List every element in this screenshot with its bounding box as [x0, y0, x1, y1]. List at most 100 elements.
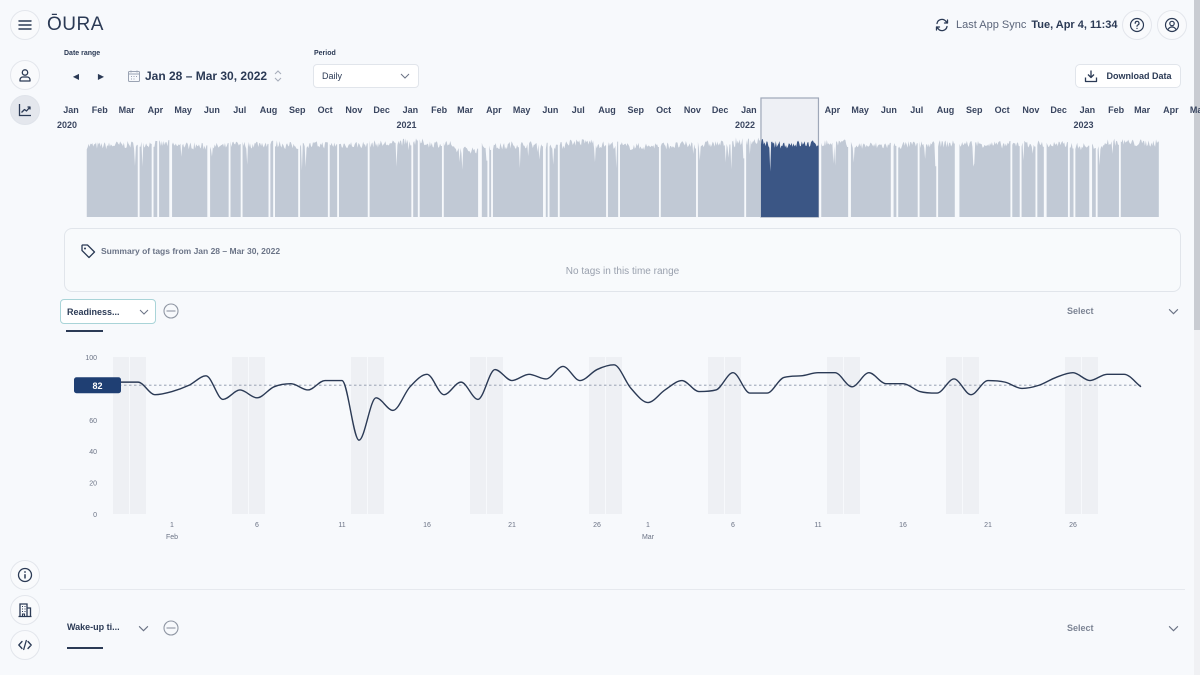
readiness-data-point[interactable] [288, 381, 294, 387]
readiness-data-point[interactable] [373, 395, 379, 401]
readiness-data-point[interactable] [849, 384, 855, 390]
readiness-data-point[interactable] [152, 392, 158, 398]
readiness-data-point[interactable] [186, 382, 192, 388]
readiness-data-point[interactable] [390, 407, 396, 413]
overview-data-segment [607, 141, 619, 217]
calendar-icon[interactable] [127, 69, 141, 83]
chevron-down-icon[interactable] [1168, 625, 1179, 632]
overview-data-segment [549, 144, 558, 217]
chevron-down-icon[interactable] [138, 625, 149, 632]
readiness-data-point[interactable] [764, 390, 770, 396]
download-data-button[interactable]: Download Data [1075, 64, 1181, 88]
sort-up-down-icon[interactable] [273, 68, 283, 84]
readiness-data-point[interactable] [271, 384, 277, 390]
readiness-data-point[interactable] [815, 370, 821, 376]
overview-data-segment [329, 142, 338, 217]
readiness-data-point[interactable] [509, 378, 515, 384]
readiness-data-point[interactable] [237, 387, 243, 393]
readiness-data-point[interactable] [645, 400, 651, 406]
chevron-down-icon [400, 73, 410, 79]
sidebar-item-api[interactable] [10, 630, 40, 660]
readiness-data-point[interactable] [254, 395, 260, 401]
account-button[interactable] [1157, 10, 1187, 40]
readiness-data-point[interactable] [407, 384, 413, 390]
readiness-data-point[interactable] [730, 370, 736, 376]
readiness-data-point[interactable] [713, 387, 719, 393]
readiness-data-point[interactable] [1104, 371, 1110, 377]
readiness-data-point[interactable] [1121, 371, 1127, 377]
readiness-data-point[interactable] [339, 378, 345, 384]
weekend-band [487, 357, 503, 514]
readiness-data-point[interactable] [968, 392, 974, 398]
period-select[interactable]: Daily [313, 64, 419, 88]
readiness-data-point[interactable] [220, 396, 226, 402]
remove-metric-icon[interactable] [163, 303, 179, 319]
readiness-data-point[interactable] [424, 371, 430, 377]
readiness-data-point[interactable] [526, 371, 532, 377]
readiness-data-point[interactable] [135, 379, 141, 385]
readiness-data-point[interactable] [900, 381, 906, 387]
overview-data-segment [1012, 142, 1020, 217]
previous-range-button[interactable]: ◀ [66, 66, 86, 86]
readiness-data-point[interactable] [356, 437, 362, 443]
compare-select-label[interactable]: Select [1067, 306, 1094, 316]
last-sync: Last App Sync Tue, Apr 4, 11:34 [934, 17, 1118, 33]
readiness-data-point[interactable] [985, 378, 991, 384]
readiness-data-point[interactable] [577, 378, 583, 384]
readiness-data-point[interactable] [696, 389, 702, 395]
metric-select-readiness[interactable]: Readiness... [60, 299, 156, 324]
readiness-data-point[interactable] [1036, 382, 1042, 388]
readiness-data-point[interactable] [322, 378, 328, 384]
readiness-data-point[interactable] [747, 390, 753, 396]
readiness-data-point[interactable] [594, 367, 600, 373]
readiness-data-point[interactable] [203, 373, 209, 379]
chevron-down-icon[interactable] [1168, 308, 1179, 315]
readiness-data-point[interactable] [475, 396, 481, 402]
menu-button[interactable] [10, 10, 40, 40]
x-tick-label: 16 [423, 522, 431, 529]
next-range-button[interactable]: ▶ [91, 66, 111, 86]
readiness-data-point[interactable] [169, 389, 175, 395]
readiness-data-point[interactable] [917, 389, 923, 395]
readiness-data-point[interactable] [832, 370, 838, 376]
y-tick-label: 100 [85, 355, 97, 362]
metric-select-wakeup[interactable]: Wake-up ti... [67, 622, 120, 632]
readiness-data-point[interactable] [441, 392, 447, 398]
readiness-data-point[interactable] [560, 363, 566, 369]
readiness-data-point[interactable] [611, 362, 617, 368]
readiness-data-point[interactable] [951, 376, 957, 382]
readiness-data-point[interactable] [492, 367, 498, 373]
readiness-data-point[interactable] [934, 390, 940, 396]
x-tick-label: 6 [255, 522, 259, 529]
overview-data-segment [959, 140, 1011, 217]
readiness-data-point[interactable] [866, 370, 872, 376]
overview-data-segment [938, 140, 955, 217]
readiness-data-point[interactable] [1070, 370, 1076, 376]
readiness-data-point[interactable] [1002, 379, 1008, 385]
building-icon [18, 603, 32, 618]
overview-data-segment [1021, 140, 1036, 217]
overview-timeline-chart[interactable] [0, 95, 1200, 220]
compare-select-label[interactable]: Select [1067, 623, 1094, 633]
readiness-data-point[interactable] [1087, 378, 1093, 384]
readiness-data-point[interactable] [781, 374, 787, 380]
readiness-data-point[interactable] [1019, 385, 1025, 391]
readiness-data-point[interactable] [798, 373, 804, 379]
readiness-data-point[interactable] [458, 379, 464, 385]
readiness-data-point[interactable] [883, 381, 889, 387]
sync-icon[interactable] [934, 17, 950, 33]
readiness-data-point[interactable] [543, 376, 549, 382]
readiness-data-point[interactable] [1138, 384, 1144, 390]
remove-metric-icon[interactable] [163, 620, 179, 636]
sidebar-item-info[interactable] [10, 560, 40, 590]
date-range-label: Date range [64, 50, 101, 57]
readiness-data-point[interactable] [305, 387, 311, 393]
sidebar-item-organization[interactable] [10, 595, 40, 625]
date-range-value[interactable]: Jan 28 – Mar 30, 2022 [145, 69, 267, 83]
readiness-data-point[interactable] [662, 387, 668, 393]
readiness-data-point[interactable] [1053, 374, 1059, 380]
help-button[interactable] [1122, 10, 1152, 40]
readiness-data-point[interactable] [628, 385, 634, 391]
readiness-data-point[interactable] [679, 378, 685, 384]
sidebar-item-profile[interactable] [10, 60, 40, 90]
